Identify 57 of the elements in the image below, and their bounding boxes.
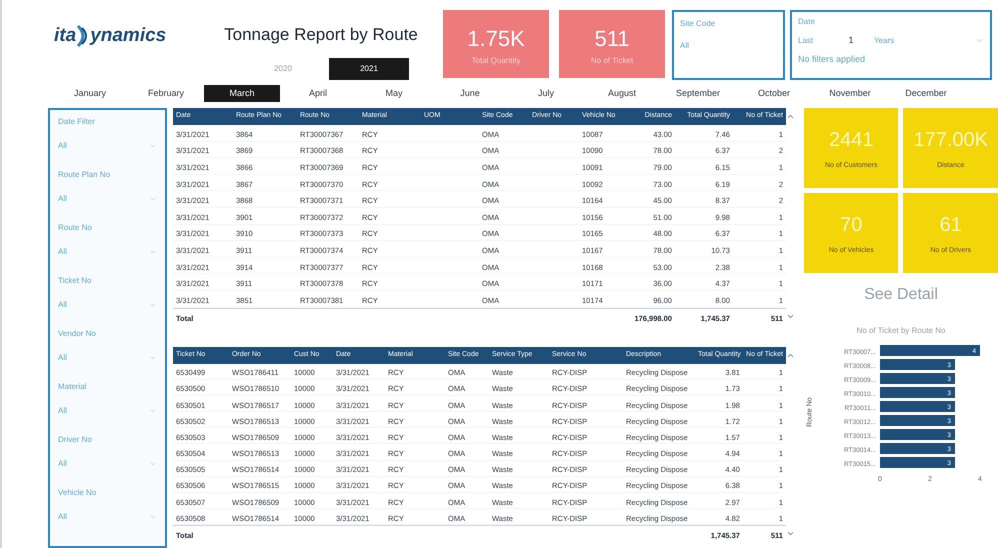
month-tab[interactable]: June	[432, 85, 508, 102]
stat-value: 2441	[828, 128, 874, 153]
filter-label: Route No	[58, 222, 93, 234]
month-tab[interactable]: October	[736, 85, 812, 102]
bar[interactable]	[880, 387, 955, 398]
filter-label: Route Plan No	[58, 169, 112, 181]
slicer-value: All	[680, 40, 690, 52]
chart-title: No of Ticket by Route No	[856, 325, 946, 337]
stat-value: 70	[840, 212, 862, 238]
scroll-up-icon[interactable]	[786, 112, 795, 121]
filter-status: No filters applied	[798, 52, 866, 66]
period-count[interactable]: 1	[836, 34, 866, 48]
report-title: Tonnage Report by Route	[224, 24, 418, 46]
kpi-value: 511	[594, 24, 630, 52]
logo-text: ita	[54, 24, 76, 48]
filter-label: Driver No	[58, 434, 93, 446]
year-tab[interactable]: 2021	[329, 58, 409, 80]
kpi-label: Total Quantity	[472, 54, 520, 66]
filter-label: Ticket No	[58, 275, 92, 287]
month-tab[interactable]: February	[128, 85, 204, 102]
month-tab[interactable]: September	[660, 85, 736, 102]
bar[interactable]	[880, 429, 955, 440]
chevron-down-icon[interactable]	[148, 301, 157, 309]
kpi-label: No of Ticket	[590, 54, 634, 66]
date-slicer[interactable]: Date Last 1 Years No filters applied	[790, 10, 992, 80]
filter-label: Date Filter	[58, 116, 96, 128]
kpi-value: 1.75K	[467, 24, 525, 52]
month-tab[interactable]: November	[812, 85, 888, 102]
slicer-title: Date	[798, 16, 816, 28]
chevron-down-icon[interactable]	[148, 142, 157, 150]
month-tab[interactable]: March	[204, 85, 280, 102]
chevron-down-icon[interactable]	[148, 460, 157, 468]
bar[interactable]	[880, 373, 955, 384]
chevron-down-icon[interactable]	[148, 354, 157, 362]
bar[interactable]	[880, 443, 955, 454]
month-tab[interactable]: January	[52, 85, 128, 102]
month-tab[interactable]: December	[888, 85, 964, 102]
chevron-down-icon[interactable]	[148, 513, 157, 521]
logo-text: ynamics	[90, 24, 166, 48]
chevron-down-icon[interactable]	[148, 407, 157, 415]
bar[interactable]	[880, 401, 955, 412]
filter-label: Material	[58, 381, 88, 393]
stat-value: 177.00K	[913, 128, 988, 153]
chevron-down-icon[interactable]	[148, 195, 157, 203]
bar[interactable]	[880, 415, 955, 426]
filter-label: Vehicle No	[58, 487, 98, 499]
month-tab[interactable]: April	[280, 85, 356, 102]
month-tab[interactable]: May	[356, 85, 432, 102]
month-tab[interactable]: July	[508, 85, 584, 102]
filter-label: Vendor No	[58, 328, 97, 340]
bar[interactable]	[880, 345, 980, 356]
chevron-down-icon[interactable]	[148, 248, 157, 256]
month-tab[interactable]: August	[584, 85, 660, 102]
bar[interactable]	[880, 457, 955, 468]
slicer-title: Site Code	[680, 18, 716, 30]
bar[interactable]	[880, 359, 955, 370]
stat-value: 61	[940, 212, 962, 238]
